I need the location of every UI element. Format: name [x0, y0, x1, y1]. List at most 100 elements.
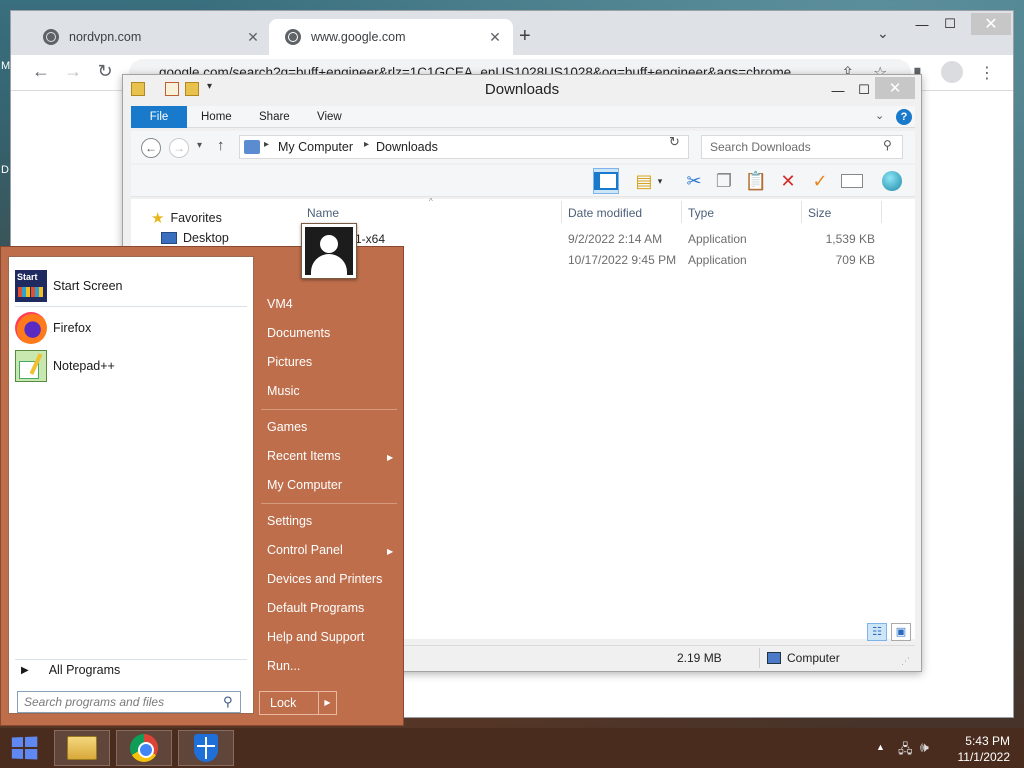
taskbar-windows-defender[interactable] [178, 730, 234, 766]
file-type: Application [688, 232, 747, 246]
user-avatar[interactable] [301, 223, 357, 279]
tab-close-icon[interactable]: ✕ [245, 29, 261, 46]
dialog-icon[interactable] [839, 168, 865, 194]
tab-search-chevron-icon[interactable]: ⌄ [877, 25, 889, 42]
delete-x-icon[interactable]: ✕ [775, 168, 801, 194]
start-link-default-programs[interactable]: Default Programs [267, 601, 364, 615]
up-arrow-icon[interactable]: ↑ [217, 137, 225, 154]
column-divider[interactable] [561, 201, 562, 223]
file-type: Application [688, 253, 747, 267]
search-icon[interactable]: ⚲ [883, 138, 892, 152]
desktop-icon-label-partial[interactable]: D [1, 164, 9, 176]
globe-icon [43, 29, 59, 45]
tab-nordvpn[interactable]: nordvpn.com ✕ [27, 19, 271, 55]
back-arrow-icon[interactable]: ← [141, 138, 161, 158]
volume-icon[interactable]: 🕪 [920, 739, 929, 756]
column-divider[interactable] [881, 201, 882, 223]
rename-check-icon[interactable]: ✓ [807, 168, 833, 194]
breadcrumb-my-computer[interactable]: My Computer [278, 140, 353, 154]
tab-google[interactable]: www.google.com ✕ [269, 19, 513, 55]
column-header-name[interactable]: Name [307, 202, 339, 224]
power-options-arrow-icon[interactable]: ▶ [318, 692, 336, 714]
column-header-size[interactable]: Size [808, 202, 831, 224]
properties-dropdown-icon[interactable]: ▾ [653, 168, 667, 194]
computer-icon [767, 652, 781, 664]
start-link-my-computer[interactable]: My Computer [267, 478, 342, 492]
explorer-close-button[interactable]: ✕ [875, 77, 915, 99]
program-notepad-plus-plus[interactable]: Notepad++ [15, 349, 247, 383]
taskbar-file-explorer[interactable] [54, 730, 110, 766]
address-breadcrumb-bar[interactable]: ▸ My Computer ▸ Downloads ⌄ [239, 135, 766, 159]
start-search-input[interactable]: Search programs and files [17, 691, 241, 713]
clock-time: 5:43 PM [965, 734, 1010, 748]
start-link-vm4[interactable]: VM4 [267, 297, 293, 311]
ribbon-tab-home[interactable]: Home [191, 106, 242, 128]
network-icon[interactable]: 🖧 [898, 740, 913, 762]
taskbar-chrome[interactable] [116, 730, 172, 766]
program-firefox[interactable]: Firefox [15, 311, 247, 345]
start-link-settings[interactable]: Settings [267, 514, 312, 528]
resize-grip-icon[interactable]: ⋰ [901, 656, 910, 667]
column-divider[interactable] [801, 201, 802, 223]
column-header-type[interactable]: Type [688, 202, 714, 224]
globe-icon[interactable] [879, 168, 905, 194]
help-icon[interactable]: ? [896, 109, 912, 125]
refresh-icon[interactable]: ↻ [669, 134, 680, 150]
forward-arrow-icon[interactable]: → [61, 61, 85, 82]
chrome-minimize-button[interactable]: — [907, 13, 937, 35]
profile-avatar-icon[interactable] [941, 61, 963, 83]
all-programs-button[interactable]: ▶ All Programs [21, 663, 120, 677]
details-view-icon[interactable]: ☷ [867, 623, 887, 641]
large-icons-view-icon[interactable]: ▣ [891, 623, 911, 641]
copy-icon[interactable]: ❐ [711, 168, 737, 194]
start-button[interactable] [0, 728, 48, 768]
start-link-help-and-support[interactable]: Help and Support [267, 630, 364, 644]
lock-button[interactable]: Lock ▶ [259, 691, 337, 715]
chrome-maximize-button[interactable]: ☐ [935, 13, 965, 35]
forward-arrow-icon[interactable]: → [169, 138, 189, 158]
program-label: Firefox [53, 321, 92, 335]
chrome-close-button[interactable]: ✕ [971, 13, 1011, 35]
chrome-tab-strip: nordvpn.com ✕ www.google.com ✕ + ⌄ — ☐ ✕ [11, 11, 1013, 55]
search-icon[interactable]: ⚲ [223, 694, 233, 710]
taskbar: ▲ 🖧 🕪 5:43 PM 11/1/2022 [0, 728, 1024, 768]
explorer-titlebar[interactable]: ▾ Downloads — ☐ ✕ [123, 75, 921, 105]
breadcrumb-separator-icon[interactable]: ▸ [264, 139, 269, 150]
show-hidden-icons-icon[interactable]: ▲ [876, 742, 885, 752]
ribbon-tab-share[interactable]: Share [249, 106, 300, 128]
expand-ribbon-chevron-icon[interactable]: ⌄ [875, 109, 884, 122]
back-arrow-icon[interactable]: ← [29, 61, 53, 82]
program-start-screen[interactable]: Start Start Screen [15, 269, 247, 303]
column-header-date-modified[interactable]: Date modified [568, 202, 642, 224]
start-link-run[interactable]: Run... [267, 659, 300, 673]
cut-scissors-icon[interactable]: ✂ [681, 168, 707, 194]
start-link-devices-and-printers[interactable]: Devices and Printers [267, 572, 382, 586]
nav-item-favorites[interactable]: ★ Favorites [151, 209, 222, 227]
shield-icon [194, 734, 218, 762]
new-tab-button[interactable]: + [519, 25, 531, 48]
clock[interactable]: 5:43 PM 11/1/2022 [944, 733, 1011, 765]
start-link-control-panel[interactable]: Control Panel [267, 543, 343, 557]
divider [261, 503, 397, 504]
column-divider[interactable] [681, 201, 682, 223]
paste-clipboard-icon[interactable]: 📋 [743, 168, 769, 194]
breadcrumb-separator-icon[interactable]: ▸ [364, 139, 369, 150]
start-link-recent-items[interactable]: Recent Items [267, 449, 341, 463]
search-downloads-input[interactable]: Search Downloads [701, 135, 903, 159]
ribbon-tab-file[interactable]: File [131, 106, 187, 128]
windows-logo-icon [11, 736, 38, 760]
reload-icon[interactable]: ↻ [93, 61, 117, 82]
kebab-menu-icon[interactable]: ⋮ [979, 63, 995, 83]
start-screen-icon: Start [15, 270, 47, 302]
start-link-music[interactable]: Music [267, 384, 300, 398]
desktop-icon-label-partial[interactable]: M [1, 60, 10, 72]
breadcrumb-downloads[interactable]: Downloads [376, 140, 438, 154]
start-link-pictures[interactable]: Pictures [267, 355, 312, 369]
start-link-documents[interactable]: Documents [267, 326, 330, 340]
recent-locations-chevron-icon[interactable]: ▾ [197, 140, 202, 151]
tab-close-icon[interactable]: ✕ [487, 29, 503, 46]
preview-pane-icon[interactable] [593, 168, 619, 194]
start-link-games[interactable]: Games [267, 420, 307, 434]
ribbon-tab-view[interactable]: View [307, 106, 352, 128]
nav-item-desktop[interactable]: Desktop [161, 231, 229, 245]
